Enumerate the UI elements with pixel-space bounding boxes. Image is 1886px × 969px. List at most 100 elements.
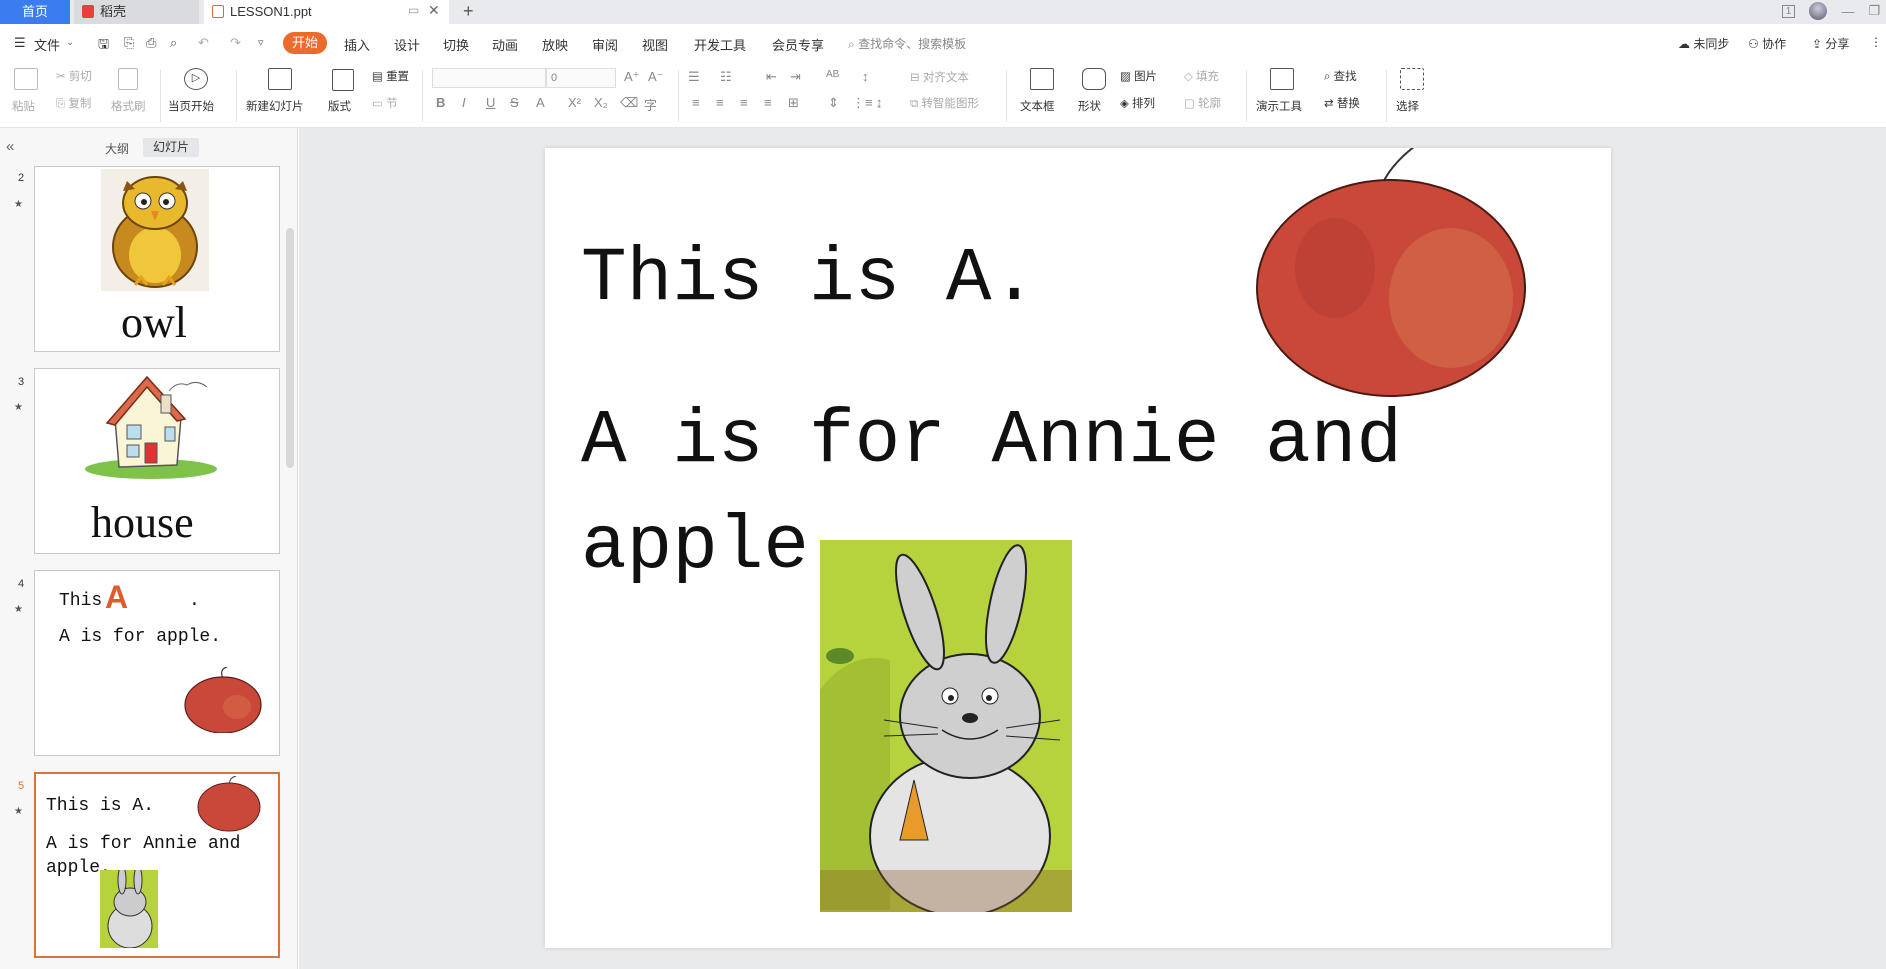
current-slide[interactable]: This is A. A is for Annie and apple. [545, 148, 1611, 948]
tab-outline[interactable]: 大纲 [105, 140, 129, 157]
arrange-button[interactable]: ◈ 排列 [1120, 95, 1155, 111]
align-right-icon[interactable]: ≡ [740, 95, 748, 110]
menu-tab-member[interactable]: 会员专享 [772, 35, 824, 54]
paste-icon[interactable] [14, 68, 38, 90]
menu-icon[interactable]: ☰ [14, 35, 26, 51]
font-size-select[interactable]: 0 [546, 68, 616, 88]
menu-tab-design[interactable]: 设计 [394, 35, 420, 54]
textbox-button[interactable]: 文本框 [1020, 98, 1055, 114]
columns-icon[interactable]: ⋮≡ [852, 95, 873, 111]
menu-tab-slideshow[interactable]: 放映 [542, 35, 568, 54]
menu-tab-home[interactable]: 开始 [283, 32, 327, 54]
new-tab-icon[interactable]: + [463, 0, 474, 22]
align-center-icon[interactable]: ≡ [716, 95, 724, 110]
print-icon[interactable]: ⎙ [146, 35, 156, 51]
select-button[interactable]: 选择 [1396, 98, 1419, 114]
decrease-font-icon[interactable]: A⁻ [648, 69, 664, 85]
textbox-icon[interactable] [1030, 68, 1054, 90]
panel-scrollbar[interactable] [286, 228, 294, 468]
redo-icon[interactable]: ↷ [230, 35, 241, 51]
rabbit-image[interactable] [820, 540, 1072, 912]
tab-home[interactable]: 首页 [0, 0, 70, 24]
menu-tab-view[interactable]: 视图 [642, 35, 668, 54]
menu-tab-animation[interactable]: 动画 [492, 35, 518, 54]
preview-icon[interactable]: ⌕ [170, 35, 177, 51]
share-button[interactable]: ⇪ 分享 [1812, 35, 1849, 52]
section-button[interactable]: ▭ 节 [372, 95, 398, 111]
new-slide-icon[interactable] [268, 68, 292, 90]
start-from-current-button[interactable]: 当页开始 [168, 98, 214, 114]
strikethrough-icon[interactable]: S [510, 95, 519, 110]
font-family-select[interactable] [432, 68, 546, 88]
apple-image[interactable] [1255, 148, 1531, 400]
para-spacing-icon[interactable]: ⇕ [828, 95, 839, 111]
play-icon[interactable]: ▷ [184, 68, 208, 90]
minimize-icon[interactable]: — [1841, 4, 1854, 19]
align-left-icon[interactable]: ≡ [692, 95, 700, 110]
subscript-icon[interactable]: X₂ [594, 95, 608, 110]
format-painter-button[interactable]: 格式刷 [111, 98, 146, 114]
slide-thumbnail-4[interactable]: This A . A is for apple. [34, 570, 280, 756]
align-text-button[interactable]: ⊟ 对齐文本 [910, 69, 969, 85]
font-color-icon[interactable]: A [536, 95, 545, 110]
italic-icon[interactable]: I [462, 95, 466, 110]
slide-line-2[interactable]: A is for Annie and [581, 398, 1402, 484]
new-slide-button[interactable]: 新建幻灯片 [246, 98, 304, 114]
sync-button[interactable]: ☁ 未同步 [1678, 35, 1729, 52]
layout-button[interactable]: 版式 [328, 98, 351, 114]
undo-icon[interactable]: ↶ [198, 35, 209, 51]
tab-straw[interactable]: 稻壳 [74, 0, 199, 24]
shape-icon[interactable] [1082, 68, 1106, 90]
underline-icon[interactable]: U [486, 95, 495, 110]
fill-button[interactable]: ◇ 填充 [1184, 68, 1219, 84]
file-menu[interactable]: 文件 [34, 35, 60, 54]
more-icon[interactable]: ⋮ [1870, 35, 1882, 49]
command-search[interactable]: ⌕ 查找命令、搜索模板 [848, 35, 966, 52]
superscript-icon[interactable]: X² [568, 95, 581, 110]
collab-button[interactable]: ⚇ 协作 [1748, 35, 1786, 52]
presentation-tools-icon[interactable] [1270, 68, 1294, 90]
window-list-icon[interactable]: 1 [1781, 4, 1796, 18]
reset-button[interactable]: ▤ 重置 [372, 68, 409, 84]
clear-format-icon[interactable]: ⌫ [620, 95, 638, 111]
outdent-icon[interactable]: ⇤ [766, 69, 777, 85]
numbered-list-icon[interactable]: ☷ [720, 69, 732, 85]
increase-font-icon[interactable]: A⁺ [624, 69, 640, 85]
copy-button[interactable]: ⎘ 复制 [56, 95, 91, 111]
indent-icon[interactable]: ⇥ [790, 69, 801, 85]
shape-button[interactable]: 形状 [1078, 98, 1101, 114]
menu-tab-review[interactable]: 审阅 [592, 35, 618, 54]
find-button[interactable]: ⌕ 查找 [1324, 68, 1357, 84]
avatar[interactable] [1809, 2, 1828, 20]
cut-button[interactable]: ✂ 剪切 [56, 68, 92, 84]
justify-icon[interactable]: ≡ [764, 95, 772, 110]
line-spacing-icon[interactable]: ↕ [862, 69, 869, 84]
replace-button[interactable]: ⇄ 替换 [1324, 95, 1360, 111]
quick-access-chevron-icon[interactable]: ▿ [258, 36, 264, 49]
outline-button[interactable]: ▢ 轮廓 [1184, 95, 1221, 111]
slide-line-1[interactable]: This is A. [581, 236, 1037, 322]
output-icon[interactable]: ⎘ [124, 35, 134, 51]
bullet-list-icon[interactable]: ☰ [688, 69, 700, 85]
tab-close-icon[interactable]: ✕ [428, 2, 440, 19]
bold-icon[interactable]: B [436, 95, 445, 110]
menu-tab-insert[interactable]: 插入 [344, 35, 370, 54]
distribute-icon[interactable]: ⊞ [788, 95, 799, 111]
tab-pin-icon[interactable]: ▭ [408, 3, 419, 17]
menu-tab-developer[interactable]: 开发工具 [694, 35, 746, 54]
slide-thumbnail-5[interactable]: This is A. A is for Annie and apple. [34, 772, 280, 958]
file-chevron-icon[interactable]: ⌄ [66, 37, 74, 48]
smart-art-button[interactable]: ⧉ 转智能图形 [910, 95, 979, 111]
phonetic-icon[interactable]: 字 [644, 95, 657, 114]
menu-tab-transition[interactable]: 切换 [443, 35, 469, 54]
format-painter-icon[interactable] [118, 68, 138, 90]
paste-button[interactable]: 粘贴 [12, 98, 35, 114]
text-direction-icon[interactable]: AB [826, 69, 839, 80]
tab-slides[interactable]: 幻灯片 [143, 138, 199, 157]
picture-button[interactable]: ▨ 图片 [1120, 68, 1157, 84]
save-icon[interactable]: 🖫 [98, 35, 109, 57]
row-spacing-icon[interactable]: ↨ [876, 95, 883, 110]
collapse-panel-icon[interactable]: « [6, 138, 14, 155]
restore-icon[interactable]: ❐ [1868, 3, 1880, 19]
select-icon[interactable] [1400, 68, 1424, 90]
